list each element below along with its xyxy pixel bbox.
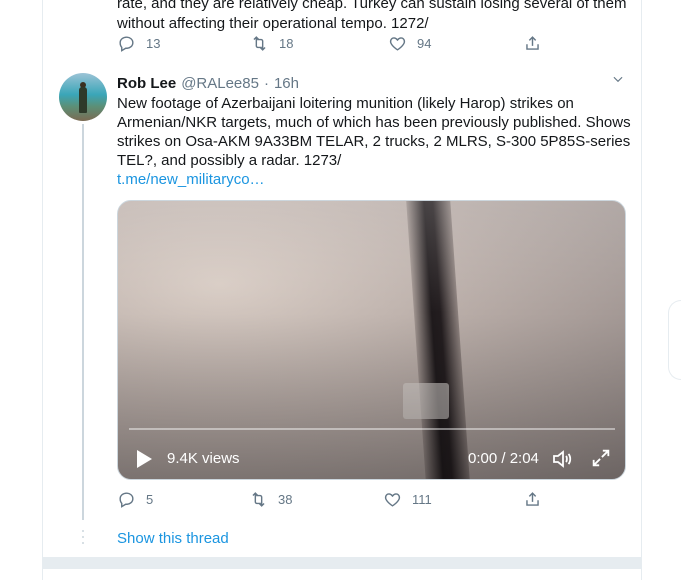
like-button[interactable]: 111 [383, 490, 432, 509]
video-progress-bar[interactable] [129, 428, 615, 430]
tweet-time[interactable]: 16h [274, 75, 299, 92]
chevron-down-icon[interactable] [611, 72, 625, 86]
tweet-text: New footage of Azerbaijani loitering mun… [117, 95, 631, 169]
tweet-actions: 5 38 111 [117, 490, 547, 510]
sidebar-edge [668, 300, 681, 380]
previous-tweet-text: rate, and they are relatively cheap. Tur… [117, 0, 627, 32]
retweet-button[interactable]: 38 [249, 490, 292, 509]
author-name[interactable]: Rob Lee [117, 75, 176, 92]
share-icon [526, 36, 539, 50]
reply-button[interactable]: 5 [117, 490, 153, 509]
retweet-button[interactable]: 18 [250, 34, 293, 53]
share-button[interactable] [523, 490, 542, 509]
reply-icon [119, 36, 134, 52]
share-icon [526, 492, 539, 506]
avatar[interactable] [59, 73, 107, 121]
thread-connector-dots [82, 530, 84, 548]
video-overlay [118, 201, 625, 479]
tweet-separator [43, 557, 641, 569]
show-thread-link[interactable]: Show this thread [117, 530, 229, 547]
play-icon[interactable] [134, 449, 154, 469]
reply-count: 5 [146, 492, 154, 507]
separator-dot: · [263, 74, 269, 92]
video-time: 0:00 / 2:04 [468, 450, 539, 467]
volume-icon[interactable] [550, 447, 574, 471]
tweet-link[interactable]: t.me/new_militaryco… [117, 171, 265, 188]
like-button[interactable]: 94 [388, 34, 431, 53]
retweet-count: 18 [279, 36, 294, 51]
reply-icon [119, 492, 134, 508]
video-views: 9.4K views [167, 450, 240, 467]
heart-icon [389, 37, 406, 51]
fullscreen-icon[interactable] [590, 447, 612, 469]
reply-button[interactable]: 13 [117, 34, 160, 53]
retweet-icon [253, 36, 266, 51]
tweet-header: Rob Lee @RALee85 · 16h [117, 73, 299, 93]
thread-connector-line [82, 124, 84, 520]
previous-tweet-actions: 13 18 94 [117, 34, 547, 54]
like-count: 94 [417, 36, 432, 51]
author-handle[interactable]: @RALee85 [181, 75, 259, 92]
retweet-count: 38 [278, 492, 293, 507]
reply-count: 13 [146, 36, 161, 51]
like-count: 111 [412, 492, 432, 507]
retweet-icon [252, 492, 265, 507]
heart-icon [384, 493, 401, 507]
video-player[interactable]: 9.4K views 0:00 / 2:04 [117, 200, 626, 480]
share-button[interactable] [523, 34, 542, 53]
